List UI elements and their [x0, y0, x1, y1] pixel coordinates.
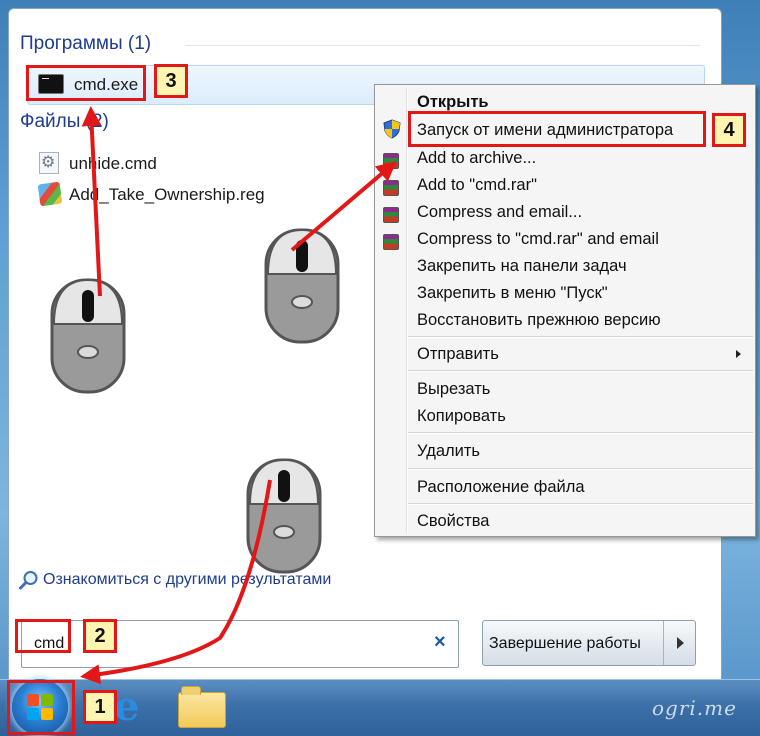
menu-separator — [408, 336, 753, 338]
file-item-label: unhide.cmd — [69, 154, 157, 173]
submenu-arrow-icon — [736, 350, 741, 358]
mouse-click-icon — [246, 458, 322, 574]
menu-item-cut[interactable]: Вырезать — [417, 380, 490, 399]
menu-item-compress-rar-email[interactable]: Compress to "cmd.rar" and email — [417, 230, 659, 249]
file-item[interactable]: Add_Take_Ownership.reg — [27, 180, 367, 208]
menu-item-pin-start[interactable]: Закрепить в меню "Пуск" — [417, 284, 608, 303]
clear-icon[interactable]: × — [434, 631, 446, 654]
section-divider — [185, 45, 700, 46]
highlight-box — [7, 680, 75, 735]
menu-item-restore-previous[interactable]: Восстановить прежнюю версию — [417, 311, 661, 330]
menu-separator — [408, 503, 753, 505]
menu-item-open[interactable]: Открыть — [417, 93, 489, 112]
file-item-label: Add_Take_Ownership.reg — [69, 185, 265, 204]
step-badge: 1 — [83, 690, 117, 724]
menu-item-add-to-rar[interactable]: Add to "cmd.rar" — [417, 176, 537, 195]
winrar-icon — [383, 180, 399, 196]
step-badge: 4 — [712, 113, 746, 147]
gear-document-icon — [39, 152, 59, 174]
menu-item-properties[interactable]: Свойства — [417, 512, 489, 531]
menu-item-send-to[interactable]: Отправить — [417, 345, 499, 364]
menu-separator — [408, 432, 753, 434]
menu-item-delete[interactable]: Удалить — [417, 442, 480, 461]
highlight-box — [408, 111, 706, 147]
files-section-header: Файлы (2) — [20, 111, 109, 132]
step-badge: 3 — [154, 64, 188, 98]
see-more-results-link[interactable]: Ознакомиться с другими результатами — [19, 569, 379, 593]
menu-item-compress-email[interactable]: Compress and email... — [417, 203, 582, 222]
menu-item-add-to-archive[interactable]: Add to archive... — [417, 149, 536, 168]
uac-shield-icon — [383, 119, 401, 139]
mouse-right-click-icon — [264, 228, 340, 344]
shutdown-options-arrow-icon[interactable] — [663, 621, 696, 665]
context-menu: Открыть Запуск от имени администратора A… — [374, 84, 756, 537]
shutdown-button-label: Завершение работы — [489, 635, 641, 652]
step-badge: 2 — [83, 619, 117, 653]
programs-section-header: Программы (1) — [20, 33, 152, 54]
menu-separator — [408, 370, 753, 372]
menu-item-pin-taskbar[interactable]: Закрепить на панели задач — [417, 257, 627, 276]
menu-item-copy[interactable]: Копировать — [417, 407, 506, 426]
menu-item-file-location[interactable]: Расположение файла — [417, 478, 585, 497]
winrar-icon — [383, 207, 399, 223]
winrar-icon — [383, 234, 399, 250]
registry-file-icon — [37, 181, 63, 207]
mouse-click-icon — [50, 278, 126, 394]
internet-explorer-icon[interactable]: e — [114, 687, 152, 727]
winrar-icon — [383, 153, 399, 169]
file-explorer-folder-icon[interactable] — [178, 686, 226, 728]
shutdown-button[interactable]: Завершение работы — [482, 620, 696, 666]
highlight-box — [15, 619, 71, 653]
menu-separator — [408, 468, 753, 470]
watermark: ogri.me — [652, 696, 737, 720]
file-item[interactable]: unhide.cmd — [27, 149, 367, 177]
highlight-box — [26, 65, 146, 101]
search-icon — [19, 571, 38, 590]
